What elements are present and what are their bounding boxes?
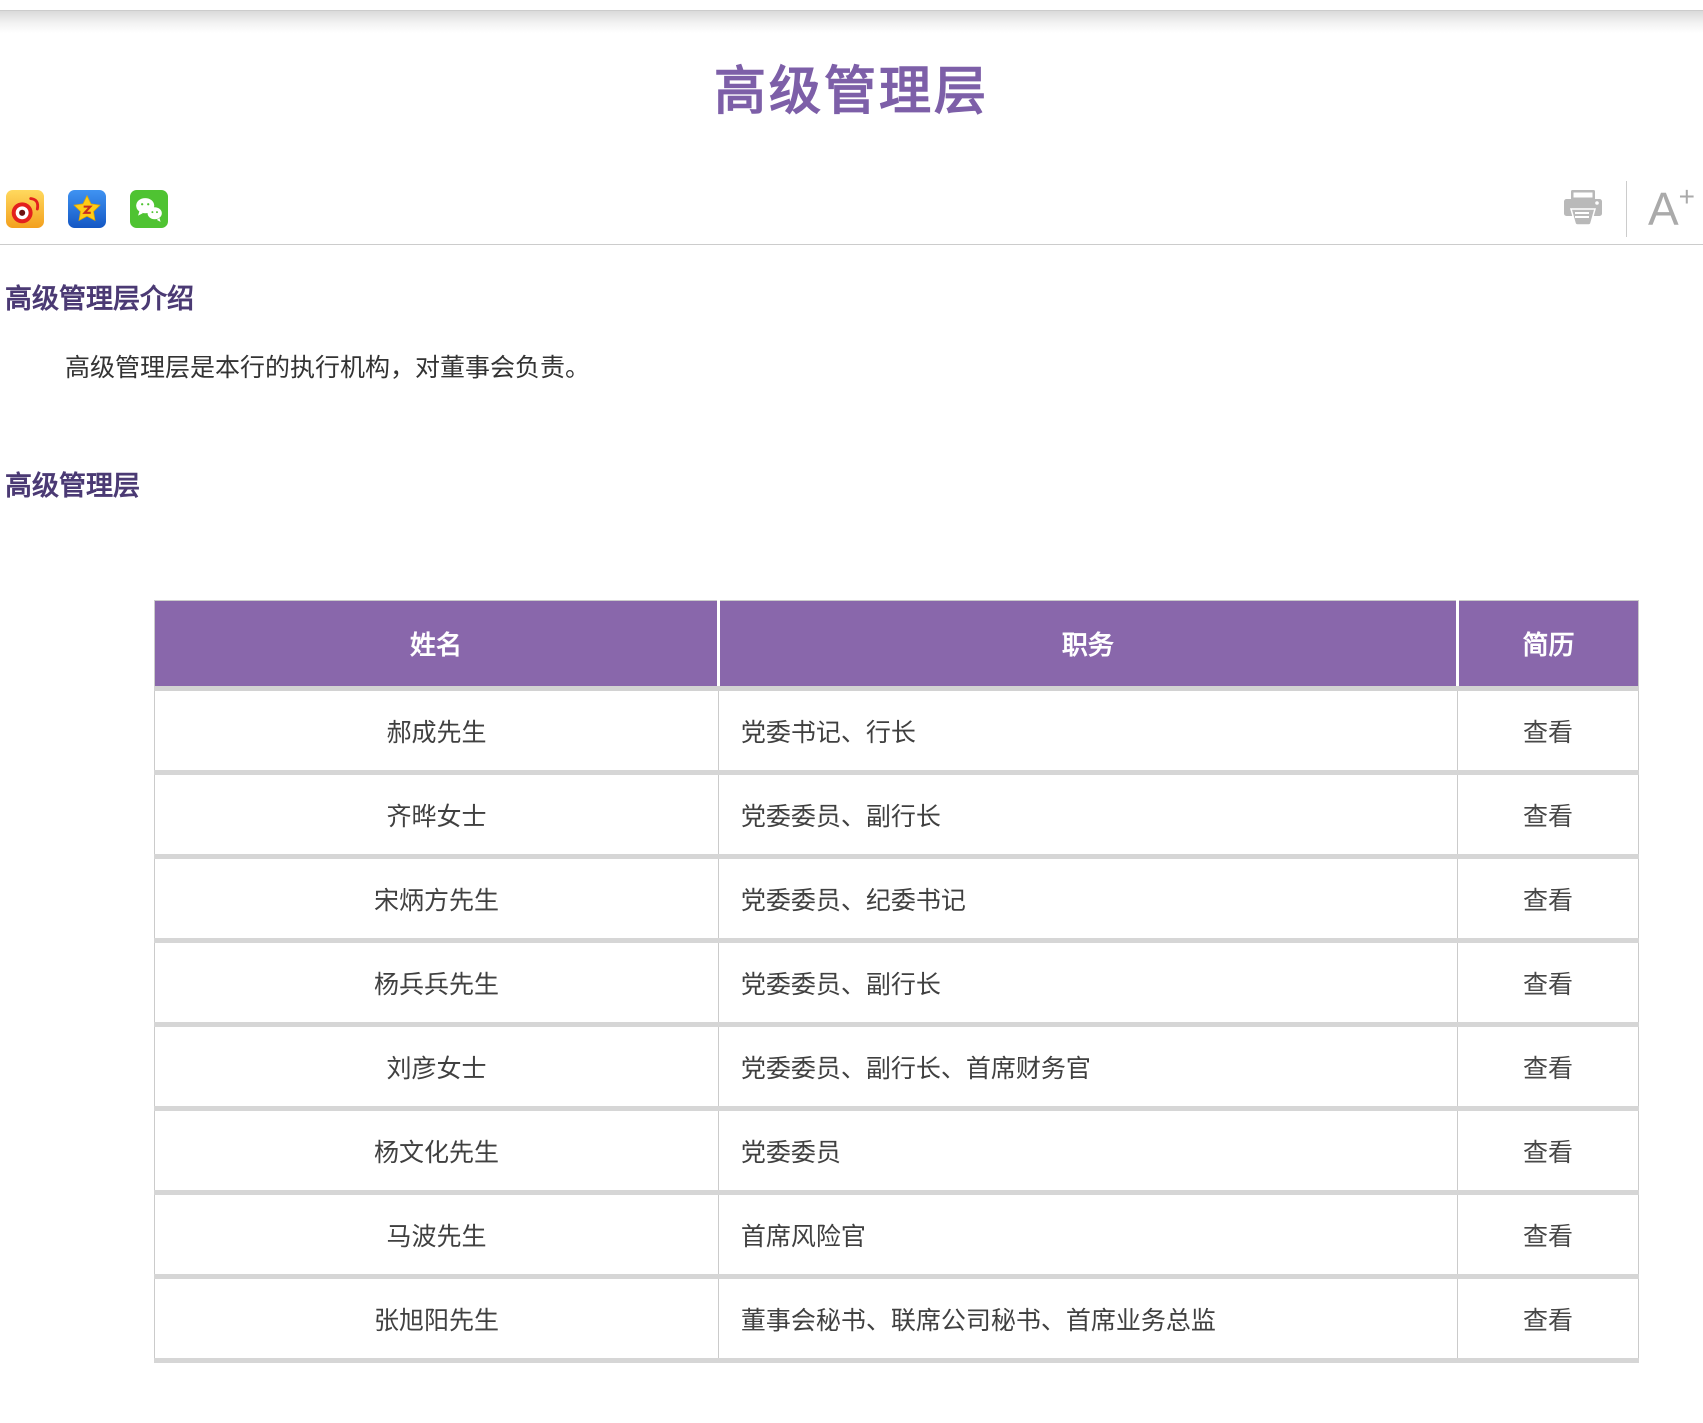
- name-cell: 宋炳方先生: [155, 857, 719, 941]
- share-toolbar: A+: [0, 189, 1703, 245]
- header-position: 职务: [718, 601, 1457, 689]
- share-icons-group: [6, 190, 168, 228]
- qzone-icon: [68, 190, 106, 228]
- page-title: 高级管理层: [0, 61, 1703, 123]
- view-resume-link[interactable]: 查看: [1523, 803, 1573, 831]
- table-row: 宋炳方先生党委委员、纪委书记 查看: [155, 857, 1639, 941]
- position-cell: 董事会秘书、联席公司秘书、首席业务总监: [718, 1277, 1457, 1361]
- view-resume-link[interactable]: 查看: [1523, 719, 1573, 747]
- view-resume-link[interactable]: 查看: [1523, 887, 1573, 915]
- printer-icon: [1561, 188, 1605, 230]
- table-row: 杨文化先生党委委员 查看: [155, 1109, 1639, 1193]
- top-gradient-band: [0, 10, 1703, 33]
- resume-cell: 查看: [1457, 689, 1638, 773]
- position-cell: 党委委员: [718, 1109, 1457, 1193]
- header-row: 姓名 职务 简历: [155, 601, 1639, 689]
- page-tools-group: A+: [1561, 181, 1697, 237]
- font-size-letter: A: [1648, 188, 1679, 230]
- name-cell: 刘彦女士: [155, 1025, 719, 1109]
- qzone-share-button[interactable]: [68, 190, 106, 228]
- name-cell: 齐晔女士: [155, 773, 719, 857]
- intro-paragraph: 高级管理层是本行的执行机构，对董事会负责。: [5, 354, 1703, 382]
- position-cell: 首席风险官: [718, 1193, 1457, 1277]
- resume-cell: 查看: [1457, 773, 1638, 857]
- resume-cell: 查看: [1457, 857, 1638, 941]
- view-resume-link[interactable]: 查看: [1523, 1223, 1573, 1251]
- table-row: 杨兵兵先生党委委员、副行长 查看: [155, 941, 1639, 1025]
- table-row: 郝成先生党委书记、行长 查看: [155, 689, 1639, 773]
- wechat-icon: [130, 190, 168, 228]
- resume-cell: 查看: [1457, 1277, 1638, 1361]
- table-section-heading: 高级管理层: [5, 471, 1703, 501]
- view-resume-link[interactable]: 查看: [1523, 1139, 1573, 1167]
- view-resume-link[interactable]: 查看: [1523, 971, 1573, 999]
- management-table-head: 姓名 职务 简历: [155, 601, 1639, 689]
- name-cell: 杨兵兵先生: [155, 941, 719, 1025]
- view-resume-link[interactable]: 查看: [1523, 1055, 1573, 1083]
- wechat-share-button[interactable]: [130, 190, 168, 228]
- position-cell: 党委委员、副行长、首席财务官: [718, 1025, 1457, 1109]
- toolbar-divider: [1626, 181, 1627, 237]
- name-cell: 张旭阳先生: [155, 1277, 719, 1361]
- resume-cell: 查看: [1457, 1193, 1638, 1277]
- resume-cell: 查看: [1457, 1109, 1638, 1193]
- position-cell: 党委委员、副行长: [718, 773, 1457, 857]
- table-row: 刘彦女士党委委员、副行长、首席财务官 查看: [155, 1025, 1639, 1109]
- font-size-increase-button[interactable]: A+: [1648, 188, 1695, 230]
- font-size-plus: +: [1679, 186, 1695, 208]
- name-cell: 郝成先生: [155, 689, 719, 773]
- management-table: 姓名 职务 简历 郝成先生党委书记、行长查看齐晔女士党委委员、副行长查看宋炳方先…: [154, 600, 1639, 1363]
- table-row: 张旭阳先生董事会秘书、联席公司秘书、首席业务总监 查看: [155, 1277, 1639, 1361]
- weibo-share-button[interactable]: [6, 190, 44, 228]
- management-table-body: 郝成先生党委书记、行长查看齐晔女士党委委员、副行长查看宋炳方先生党委委员、纪委书…: [155, 689, 1639, 1361]
- table-row: 马波先生首席风险官 查看: [155, 1193, 1639, 1277]
- intro-section-heading: 高级管理层介绍: [5, 284, 1703, 314]
- name-cell: 马波先生: [155, 1193, 719, 1277]
- header-resume: 简历: [1457, 601, 1638, 689]
- position-cell: 党委书记、行长: [718, 689, 1457, 773]
- name-cell: 杨文化先生: [155, 1109, 719, 1193]
- header-name: 姓名: [155, 601, 719, 689]
- position-cell: 党委委员、纪委书记: [718, 857, 1457, 941]
- position-cell: 党委委员、副行长: [718, 941, 1457, 1025]
- table-row: 齐晔女士党委委员、副行长 查看: [155, 773, 1639, 857]
- view-resume-link[interactable]: 查看: [1523, 1307, 1573, 1335]
- print-button[interactable]: [1561, 188, 1605, 230]
- weibo-icon: [6, 190, 44, 228]
- resume-cell: 查看: [1457, 1025, 1638, 1109]
- resume-cell: 查看: [1457, 941, 1638, 1025]
